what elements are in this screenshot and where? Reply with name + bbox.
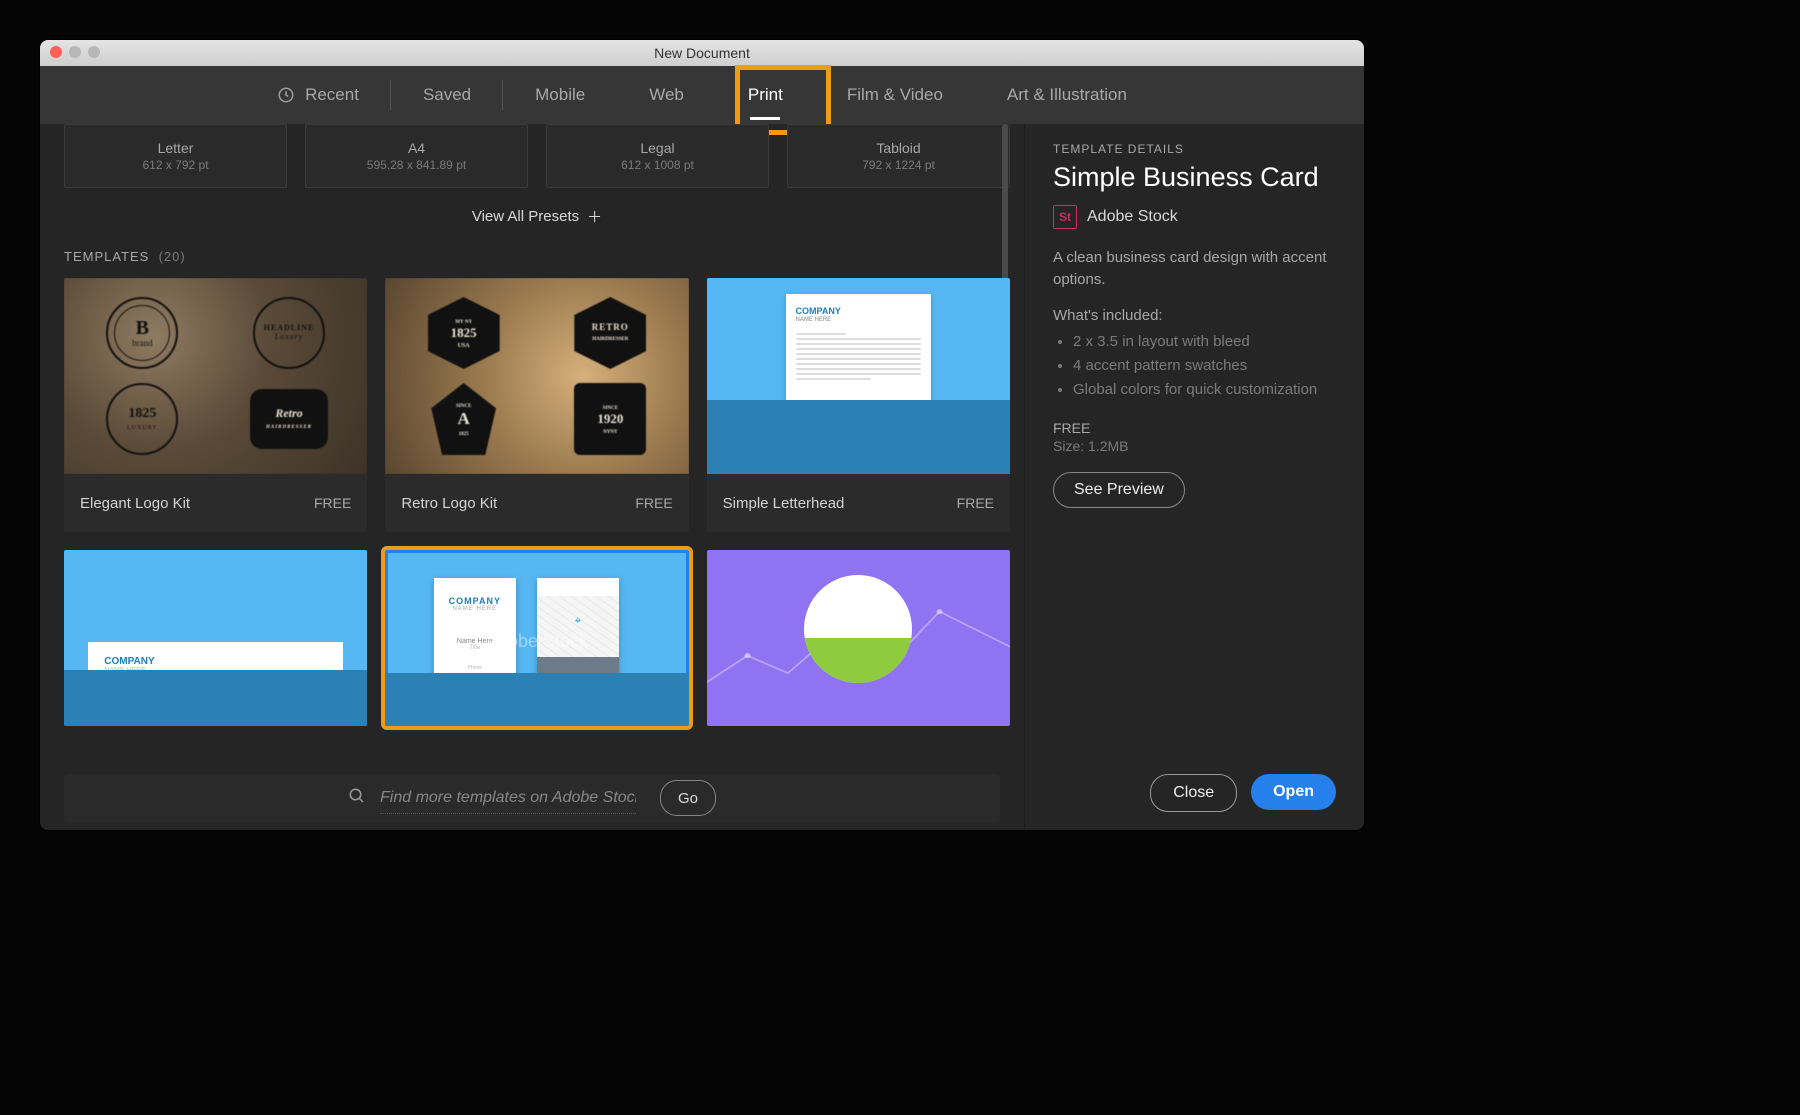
- preset-dims: 595.28 x 841.89 pt: [367, 158, 466, 172]
- stock-label: Adobe Stock: [1087, 208, 1178, 226]
- tab-print[interactable]: Print: [716, 66, 815, 124]
- preset-letter[interactable]: Letter 612 x 792 pt: [64, 124, 287, 188]
- thumb-text: COMPANY: [104, 656, 327, 667]
- preset-legal[interactable]: Legal 612 x 1008 pt: [546, 124, 769, 188]
- titlebar: New Document: [40, 40, 1364, 66]
- tab-saved[interactable]: Saved: [391, 66, 503, 124]
- preset-name: Tabloid: [876, 140, 920, 156]
- thumb-text: NAME HERE: [104, 667, 327, 674]
- category-tabbar: Recent Saved Mobile Web Print Film & Vid…: [40, 66, 1364, 124]
- zoom-icon[interactable]: [88, 46, 100, 58]
- see-preview-button[interactable]: See Preview: [1053, 472, 1185, 508]
- thumb-text: Name Here12345 Street NameCity, ST 12345: [262, 703, 323, 724]
- template-card-elegant-logo-kit[interactable]: Bbrand HEADLINELuxury 1825LUXURY RetroHA…: [64, 278, 367, 532]
- view-all-label: View All Presets: [472, 208, 579, 225]
- window-controls: [50, 46, 100, 58]
- preset-dims: 612 x 1008 pt: [621, 158, 694, 172]
- preset-tabloid[interactable]: Tabloid 792 x 1224 pt: [787, 124, 1010, 188]
- preset-name: Letter: [158, 140, 194, 156]
- list-item: Global colors for quick customization: [1073, 378, 1336, 402]
- pie-icon: [804, 575, 912, 683]
- tab-label: Recent: [305, 85, 359, 105]
- tab-label: Film & Video: [847, 85, 943, 105]
- go-button[interactable]: Go: [660, 780, 716, 816]
- search-icon: [348, 787, 366, 810]
- new-document-dialog: New Document Recent Saved Mobile Web Pri…: [40, 40, 1364, 830]
- preset-dims: 792 x 1224 pt: [862, 158, 935, 172]
- included-list: 2 x 3.5 in layout with bleed 4 accent pa…: [1053, 330, 1336, 402]
- details-panel: TEMPLATE DETAILS Simple Business Card St…: [1024, 124, 1364, 830]
- map-pin-icon: ⌖: [575, 613, 582, 628]
- tab-label: Art & Illustration: [1007, 85, 1127, 105]
- search-input[interactable]: [380, 783, 636, 814]
- template-card-simple-letterhead[interactable]: COMPANY NAME HERE Simple Letterhead FREE: [707, 278, 1010, 532]
- tab-film-video[interactable]: Film & Video: [815, 66, 975, 124]
- thumb-text: NAME HERE: [796, 317, 922, 323]
- preset-name: Legal: [640, 140, 674, 156]
- template-card-simple-business-card[interactable]: COMPANY NAME HERE Name Here Title PhoneE…: [385, 550, 688, 726]
- tab-art-illustration[interactable]: Art & Illustration: [975, 66, 1159, 124]
- details-heading: TEMPLATE DETAILS: [1053, 142, 1336, 156]
- template-card-envelope[interactable]: COMPANY NAME HERE Name Here12345 Street …: [64, 550, 367, 726]
- adobe-stock-icon: St: [1053, 205, 1077, 229]
- tab-recent[interactable]: Recent: [245, 66, 391, 124]
- search-bar: Go: [64, 774, 1000, 822]
- preset-row: Letter 612 x 792 pt A4 595.28 x 841.89 p…: [64, 124, 1010, 188]
- close-button[interactable]: Close: [1150, 774, 1237, 812]
- templates-heading: TEMPLATES (20): [64, 249, 1010, 264]
- tab-label: Print: [748, 85, 783, 105]
- thumb-text: COMPANY: [434, 596, 516, 606]
- list-item: 2 x 3.5 in layout with bleed: [1073, 330, 1336, 354]
- price-badge: FREE: [314, 495, 351, 511]
- included-heading: What's included:: [1053, 307, 1336, 324]
- preset-dims: 612 x 792 pt: [142, 158, 208, 172]
- tab-mobile[interactable]: Mobile: [503, 66, 617, 124]
- price-label: FREE: [1053, 420, 1336, 436]
- clock-icon: [277, 86, 295, 104]
- details-description: A clean business card design with accent…: [1053, 247, 1336, 291]
- thumb-text: COMPANY: [796, 306, 922, 316]
- price-badge: FREE: [957, 495, 994, 511]
- preset-name: A4: [408, 140, 425, 156]
- templates-grid-row2: COMPANY NAME HERE Name Here12345 Street …: [64, 550, 1010, 726]
- template-card-retro-logo-kit[interactable]: MY NY1825USA RETROHAIRDRESSER SINCEA1825…: [385, 278, 688, 532]
- templates-count: (20): [154, 249, 186, 264]
- details-title: Simple Business Card: [1053, 162, 1336, 193]
- tab-label: Mobile: [535, 85, 585, 105]
- open-button[interactable]: Open: [1251, 774, 1336, 810]
- preset-a4[interactable]: A4 595.28 x 841.89 pt: [305, 124, 528, 188]
- templates-grid: Bbrand HEADLINELuxury 1825LUXURY RetroHA…: [64, 278, 1010, 532]
- left-panel: Letter 612 x 792 pt A4 595.28 x 841.89 p…: [40, 124, 1024, 830]
- template-title: Simple Letterhead: [723, 495, 845, 512]
- window-title: New Document: [40, 45, 1364, 61]
- template-title: Elegant Logo Kit: [80, 495, 190, 512]
- plus-icon: ＋: [587, 206, 602, 227]
- minimize-icon[interactable]: [69, 46, 81, 58]
- adobe-stock-source[interactable]: St Adobe Stock: [1053, 205, 1336, 229]
- list-item: 4 accent pattern swatches: [1073, 354, 1336, 378]
- tab-label: Web: [649, 85, 684, 105]
- template-card-infographic[interactable]: [707, 550, 1010, 726]
- close-icon[interactable]: [50, 46, 62, 58]
- section-label: TEMPLATES: [64, 249, 149, 264]
- price-badge: FREE: [635, 495, 672, 511]
- size-label: Size: 1.2MB: [1053, 438, 1336, 454]
- tab-label: Saved: [423, 85, 471, 105]
- template-title: Retro Logo Kit: [401, 495, 497, 512]
- thumb-text: NAME HERE: [434, 606, 516, 612]
- tab-web[interactable]: Web: [617, 66, 716, 124]
- view-all-presets[interactable]: View All Presets ＋: [64, 206, 1010, 227]
